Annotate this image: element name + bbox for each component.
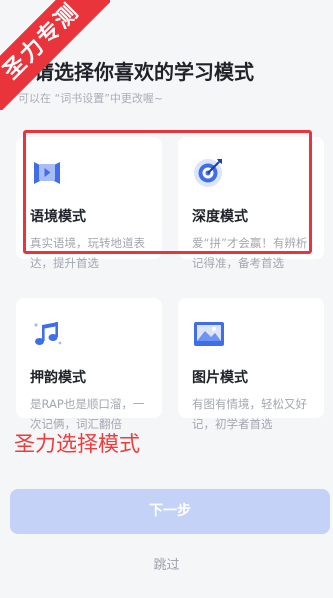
mode-card-image[interactable]: 图片模式 有图有情境，轻松又好记，初学者首选 xyxy=(178,298,324,431)
mode-description: 有图有情境，轻松又好记，初学者首选 xyxy=(192,397,307,431)
mode-description: 真实语境，玩转地道表达，提升首选 xyxy=(30,236,145,270)
mode-card-rhyme[interactable]: 押韵模式 是RAP也是顺口溜，一次记俩，词汇翻倍 xyxy=(16,298,162,431)
mode-description: 爱“拼”才会赢！有辨析记得准，备考首选 xyxy=(192,236,308,270)
play-video-icon xyxy=(34,162,60,184)
mountain-picture-icon xyxy=(194,322,224,346)
mode-name: 图片模式 xyxy=(192,370,248,386)
mode-name: 深度模式 xyxy=(192,209,248,225)
skip-button[interactable]: 跳过 xyxy=(0,554,333,573)
mode-card-context[interactable]: 语境模式 真实语境，玩转地道表达，提升首选 xyxy=(16,137,162,270)
corner-ribbon: 圣力专测 xyxy=(0,0,110,110)
mode-name: 语境模式 xyxy=(30,209,86,225)
mode-card-depth[interactable]: 深度模式 爱“拼”才会赢！有辨析记得准，备考首选 xyxy=(178,137,324,270)
mode-name: 押韵模式 xyxy=(30,370,86,386)
target-dart-icon xyxy=(194,159,222,187)
music-note-icon xyxy=(34,322,62,345)
next-button[interactable]: 下一步 xyxy=(10,489,330,534)
ribbon-label: 圣力专测 xyxy=(0,0,110,110)
annotation-text: 圣力选择模式 xyxy=(14,432,140,456)
